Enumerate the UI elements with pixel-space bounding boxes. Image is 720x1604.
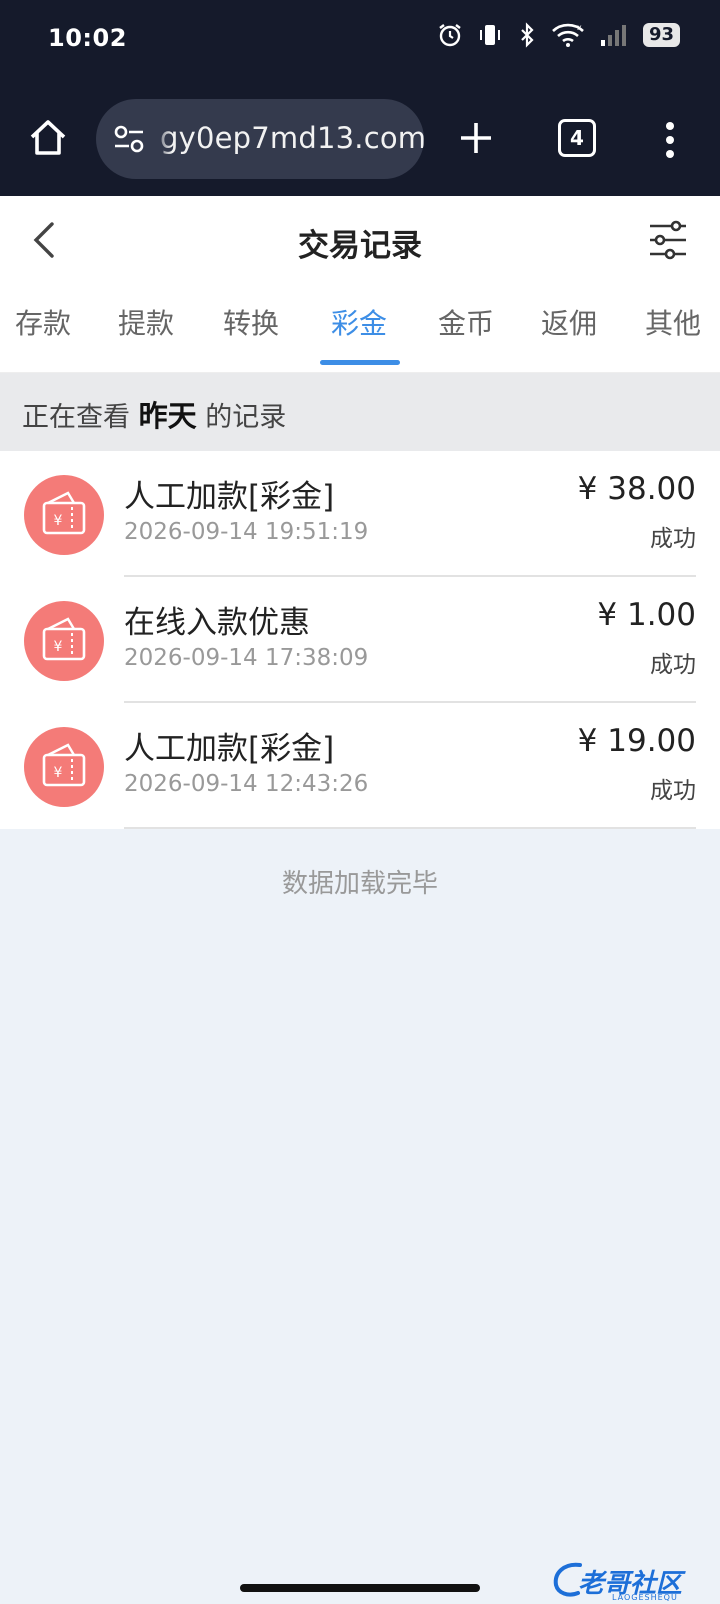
svg-text:¥: ¥ [54, 513, 63, 529]
bluetooth-icon [517, 22, 537, 48]
record-title: 在线入款优惠 [124, 605, 310, 641]
home-button[interactable] [26, 116, 70, 160]
viewing-period-bar: 正在查看 昨天 的记录 [0, 373, 720, 451]
tabs-button[interactable]: 4 [558, 119, 596, 157]
category-tabs: 存款 提款 转换 彩金 金币 返佣 其他 [0, 286, 720, 373]
page-title: 交易记录 [298, 228, 422, 264]
battery-level: 93 [642, 23, 680, 47]
viewing-suffix: 的记录 [205, 402, 287, 433]
svg-text:x: x [577, 23, 582, 32]
filter-button[interactable] [646, 218, 690, 262]
wifi-icon: x [551, 22, 585, 48]
svg-text:¥: ¥ [54, 765, 63, 781]
record-amount: ¥ 19.00 [577, 723, 696, 759]
tab-transfer[interactable]: 转换 [206, 302, 296, 342]
red-envelope-icon: ¥ [24, 475, 104, 555]
home-indicator[interactable] [240, 1584, 480, 1592]
url-text: gy0ep7md13.com [160, 121, 424, 155]
url-fade [152, 99, 172, 179]
tab-deposit[interactable]: 存款 [0, 302, 88, 342]
record-row[interactable]: ¥ 人工加款[彩金] 2026-09-14 19:51:19 ¥ 38.00 成… [0, 451, 720, 577]
signal-icon [599, 22, 629, 48]
watermark-subtext: LAOGESHEQU [612, 1593, 678, 1602]
alarm-icon [437, 22, 463, 48]
record-status: 成功 [650, 778, 696, 804]
record-title: 人工加款[彩金] [124, 731, 335, 767]
home-icon [30, 120, 66, 155]
watermark-logo: 老哥社区 LAOGESHEQU [553, 1562, 706, 1603]
tab-withdraw[interactable]: 提款 [101, 302, 191, 342]
tab-other[interactable]: 其他 [628, 302, 718, 342]
more-menu-button[interactable] [660, 118, 680, 162]
sliders-icon [650, 220, 686, 260]
plus-icon [461, 123, 491, 153]
page-header: 交易记录 [0, 196, 720, 286]
tab-rebate[interactable]: 返佣 [524, 302, 614, 342]
record-time: 2026-09-14 17:38:09 [124, 645, 369, 671]
red-envelope-icon: ¥ [24, 601, 104, 681]
site-settings-icon[interactable] [112, 123, 146, 155]
record-title: 人工加款[彩金] [124, 479, 335, 515]
record-row[interactable]: ¥ 在线入款优惠 2026-09-14 17:38:09 ¥ 1.00 成功 [0, 577, 720, 703]
status-time: 10:02 [48, 24, 127, 52]
tab-coins[interactable]: 金币 [421, 302, 511, 342]
record-amount: ¥ 1.00 [597, 597, 696, 633]
page: 交易记录 存款 提款 转换 彩金 金币 返佣 其他 正在查看 昨天 的记录 ¥ … [0, 196, 720, 900]
address-bar[interactable]: gy0ep7md13.com [96, 99, 424, 179]
active-tab-indicator [320, 360, 400, 365]
record-amount: ¥ 38.00 [577, 471, 696, 507]
row-divider [124, 827, 696, 829]
more-vert-icon [666, 122, 674, 158]
record-row[interactable]: ¥ 人工加款[彩金] 2026-09-14 12:43:26 ¥ 19.00 成… [0, 703, 720, 829]
record-status: 成功 [650, 652, 696, 678]
vibrate-icon [477, 22, 503, 48]
svg-text:¥: ¥ [54, 639, 63, 655]
load-complete-text: 数据加载完毕 [281, 869, 438, 899]
viewing-prefix: 正在查看 [22, 402, 130, 433]
record-time: 2026-09-14 19:51:19 [124, 519, 369, 545]
viewing-period[interactable]: 昨天 [139, 399, 197, 433]
red-envelope-icon: ¥ [24, 727, 104, 807]
status-icons: x 93 [437, 22, 680, 48]
record-list: ¥ 人工加款[彩金] 2026-09-14 19:51:19 ¥ 38.00 成… [0, 451, 720, 829]
tab-bonus[interactable]: 彩金 [314, 302, 404, 342]
record-time: 2026-09-14 12:43:26 [124, 771, 369, 797]
browser-toolbar: gy0ep7md13.com 4 [0, 82, 720, 196]
status-bar: 10:02 x 93 [0, 0, 720, 82]
record-status: 成功 [650, 526, 696, 552]
new-tab-button[interactable] [456, 118, 496, 158]
